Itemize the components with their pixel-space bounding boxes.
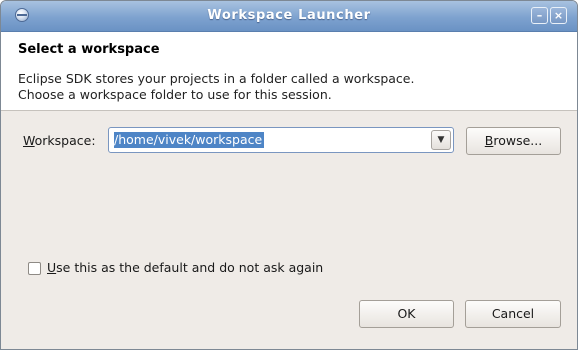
close-icon: × [553,9,564,22]
default-label-mnemonic: U [47,260,57,275]
workspace-path-input[interactable] [110,129,428,151]
minimize-icon: – [536,9,543,22]
header-title: Select a workspace [18,42,160,57]
workspace-label-rest: orkspace: [34,133,96,148]
title-bar[interactable]: Workspace Launcher – × [1,1,577,32]
default-label-rest: se this as the default and do not ask ag… [56,260,324,275]
minimize-button[interactable]: – [531,7,548,24]
workspace-label-mnemonic: W [23,133,35,148]
browse-label-rest: rowse... [493,133,543,148]
workspace-label: Workspace: [23,133,96,148]
header-description: Eclipse SDK stores your projects in a fo… [18,71,414,103]
default-workspace-label[interactable]: Use this as the default and do not ask a… [47,260,323,275]
chevron-down-icon: ▼ [437,135,445,145]
default-workspace-checkbox[interactable] [28,262,41,275]
close-button[interactable]: × [550,7,567,24]
ok-button[interactable]: OK [359,300,454,328]
browse-button[interactable]: Browse... [466,127,561,155]
workspace-combo[interactable]: /home/vivek/workspace ▼ [108,127,454,153]
cancel-button[interactable]: Cancel [465,300,561,328]
description-line-1: Eclipse SDK stores your projects in a fo… [18,71,415,86]
description-line-2: Choose a workspace folder to use for thi… [18,87,332,102]
workspace-dropdown-button[interactable]: ▼ [431,130,451,150]
dialog-header: Select a workspace Eclipse SDK stores yo… [1,32,577,111]
window-title: Workspace Launcher [207,8,371,23]
workspace-launcher-dialog: Workspace Launcher – × Select a workspac… [0,0,578,350]
